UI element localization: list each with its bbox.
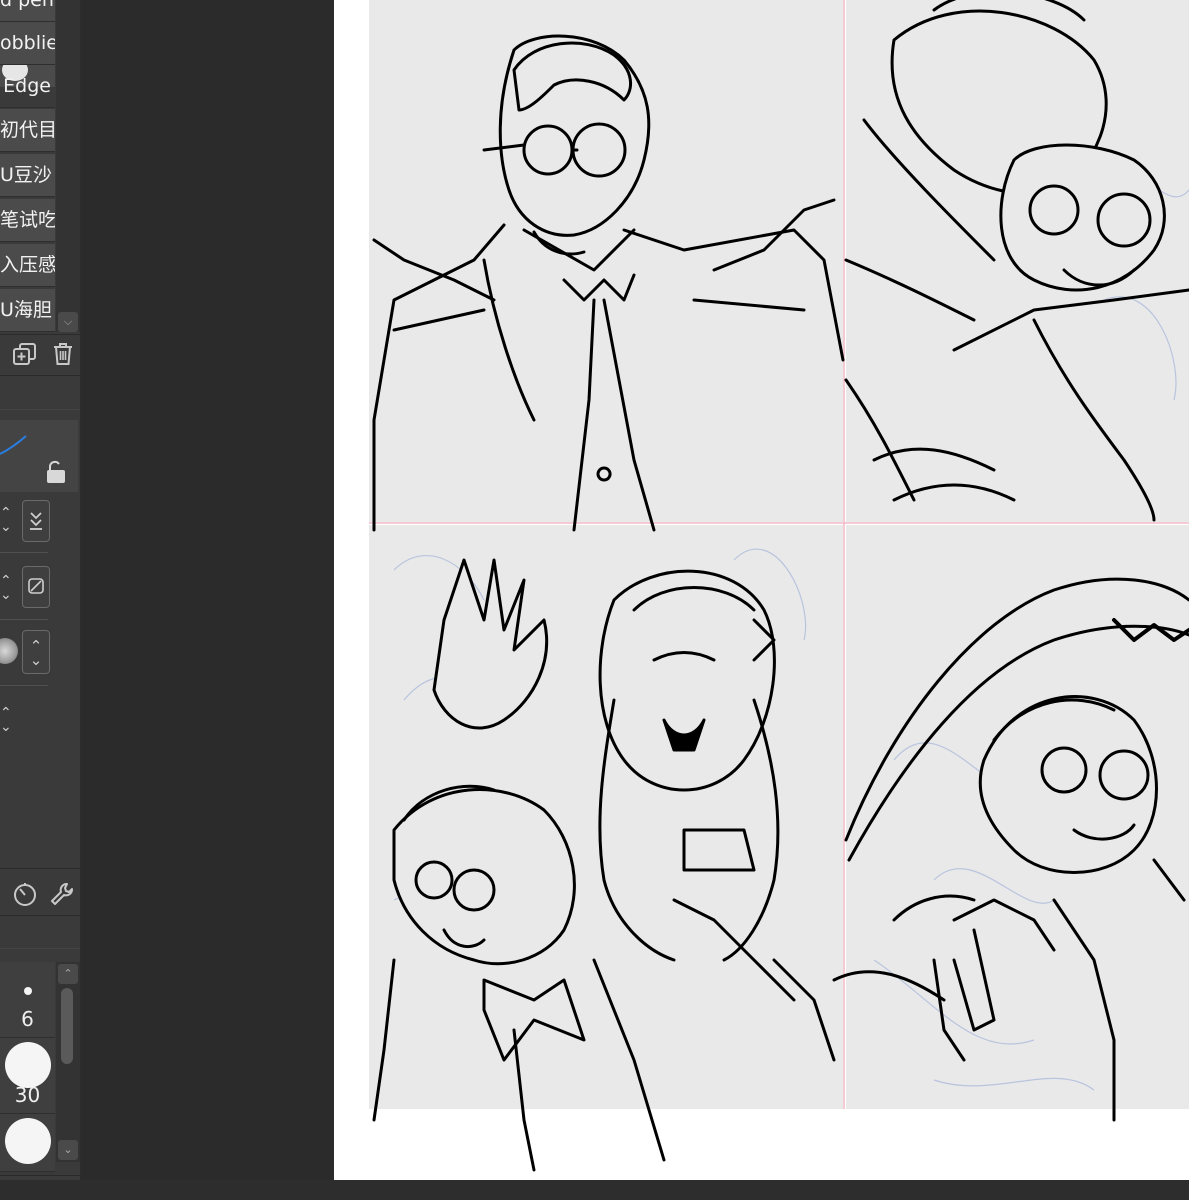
value-stepper[interactable]: ⌃ ⌄ [0,574,14,602]
brush-size-item[interactable]: 6 [0,962,55,1038]
chevron-up-icon[interactable]: ⌃ [58,964,78,984]
stroke-preview [0,420,78,492]
brush-size-dot [5,1118,51,1164]
brush-size-scrollbar[interactable]: ⌃ ⌄ [56,962,80,1162]
brush-size-dot [5,1042,51,1088]
chevron-down-icon[interactable]: ⌄ [58,1140,78,1160]
status-bar [0,1180,1189,1200]
wrench-icon[interactable] [46,880,76,910]
brush-size-list: 6 30 ⌃ ⌄ [0,962,80,1172]
brush-item[interactable]: U豆沙 [0,154,55,197]
canvas-page[interactable] [334,0,1189,1180]
brush-item[interactable]: obblie [0,22,55,65]
value-stepper[interactable]: ⌃ ⌄ [22,630,50,674]
tool-property-panel: d pen obblie Edge 初代目 U豆沙 笔试吃 入压感 U海胆 ⌵ … [0,0,80,1200]
property-row: ⌃ ⌄ [0,624,80,684]
scroll-thumb[interactable] [61,988,73,1064]
value-stepper[interactable]: ⌃ ⌄ [0,706,14,734]
brush-tip-icon [0,638,18,664]
brush-size-item[interactable]: 30 [0,1038,55,1114]
brush-item[interactable]: 初代目 [0,109,55,152]
pressure-toggle[interactable] [22,500,50,542]
trash-icon[interactable] [48,340,78,370]
brush-item[interactable]: d pen [0,0,55,22]
brush-size-item[interactable] [0,1114,55,1172]
brush-list: d pen obblie Edge 初代目 U豆沙 笔试吃 入压感 U海胆 [0,0,55,332]
lock-icon[interactable] [42,458,70,486]
duplicate-icon[interactable] [10,340,40,370]
brush-item[interactable]: 入压感 [0,244,55,287]
value-stepper[interactable]: ⌃ ⌄ [0,506,14,534]
chevron-down-icon[interactable]: ⌵ [58,312,78,332]
pressure-toggle[interactable] [22,566,50,608]
property-row: ⌃ ⌄ [0,560,80,620]
brush-size-dot [24,987,32,995]
brush-item[interactable]: 笔试吃 [0,199,55,242]
stabilizer-icon[interactable] [10,880,40,910]
brush-item[interactable]: U海胆 [0,289,55,332]
drawing-artwork [369,0,1189,1172]
property-row: ⌃ ⌄ [0,498,80,558]
brush-list-scrollbar[interactable]: ⌵ [56,0,80,332]
brush-item[interactable]: Edge [0,65,55,108]
